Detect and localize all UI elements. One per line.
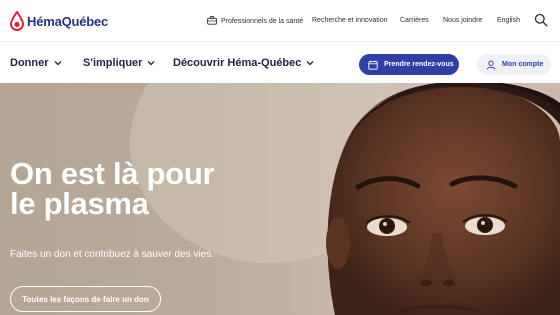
hero-subtitle: Faites un don et contribuez à sauver des… [10, 249, 215, 260]
utility-link-label: Professionnels de la santé [221, 18, 304, 25]
calendar-icon [368, 60, 378, 70]
utility-link-recherche[interactable]: Recherche et innovation [312, 17, 388, 24]
account-button-label: Mon compte [502, 61, 544, 68]
hema-quebec-logo[interactable]: HémaQuébec [10, 11, 108, 31]
all-donation-ways-button[interactable]: Toutes les façons de faire un don [10, 286, 161, 312]
appointment-button[interactable]: Prendre rendez-vous [359, 54, 459, 75]
brand-name: HémaQuébec [27, 13, 109, 29]
nav-item-label: S'impliquer [83, 57, 143, 69]
chevron-down-icon [306, 61, 314, 66]
user-icon [486, 60, 496, 70]
search-icon[interactable] [534, 13, 548, 27]
account-button[interactable]: Mon compte [477, 54, 551, 75]
briefcase-icon [207, 16, 217, 25]
utility-bar: HémaQuébec Professionnels de la santé Re… [0, 0, 560, 41]
chevron-down-icon [54, 61, 61, 66]
utility-link-nous-joindre[interactable]: Nous joindre [443, 17, 482, 24]
hero-title-line-2: le plasma [10, 186, 149, 221]
nav-item-decouvrir[interactable]: Découvrir Héma-Québec [173, 57, 314, 69]
nav-item-label: Découvrir Héma-Québec [173, 57, 302, 69]
nav-item-s-impliquer[interactable]: S'impliquer [83, 57, 155, 69]
nav-item-label: Donner [10, 57, 49, 69]
utility-link-professionnels[interactable]: Professionnels de la santé [207, 16, 303, 25]
hero-title-line-1: On est là pour [10, 156, 215, 191]
nav-item-donner[interactable]: Donner [10, 57, 62, 69]
hero-title: On est là pour le plasma [10, 156, 260, 221]
blood-drop-logo-icon [10, 11, 24, 31]
language-toggle-english[interactable]: English [497, 17, 520, 24]
main-nav: Donner S'impliquer Découvrir Héma-Québec… [0, 41, 560, 83]
chevron-down-icon [148, 61, 155, 66]
appointment-button-label: Prendre rendez-vous [384, 61, 454, 68]
utility-link-carrieres[interactable]: Carrières [400, 17, 429, 24]
hero-banner: On est là pour le plasma Faites un don e… [0, 83, 560, 315]
